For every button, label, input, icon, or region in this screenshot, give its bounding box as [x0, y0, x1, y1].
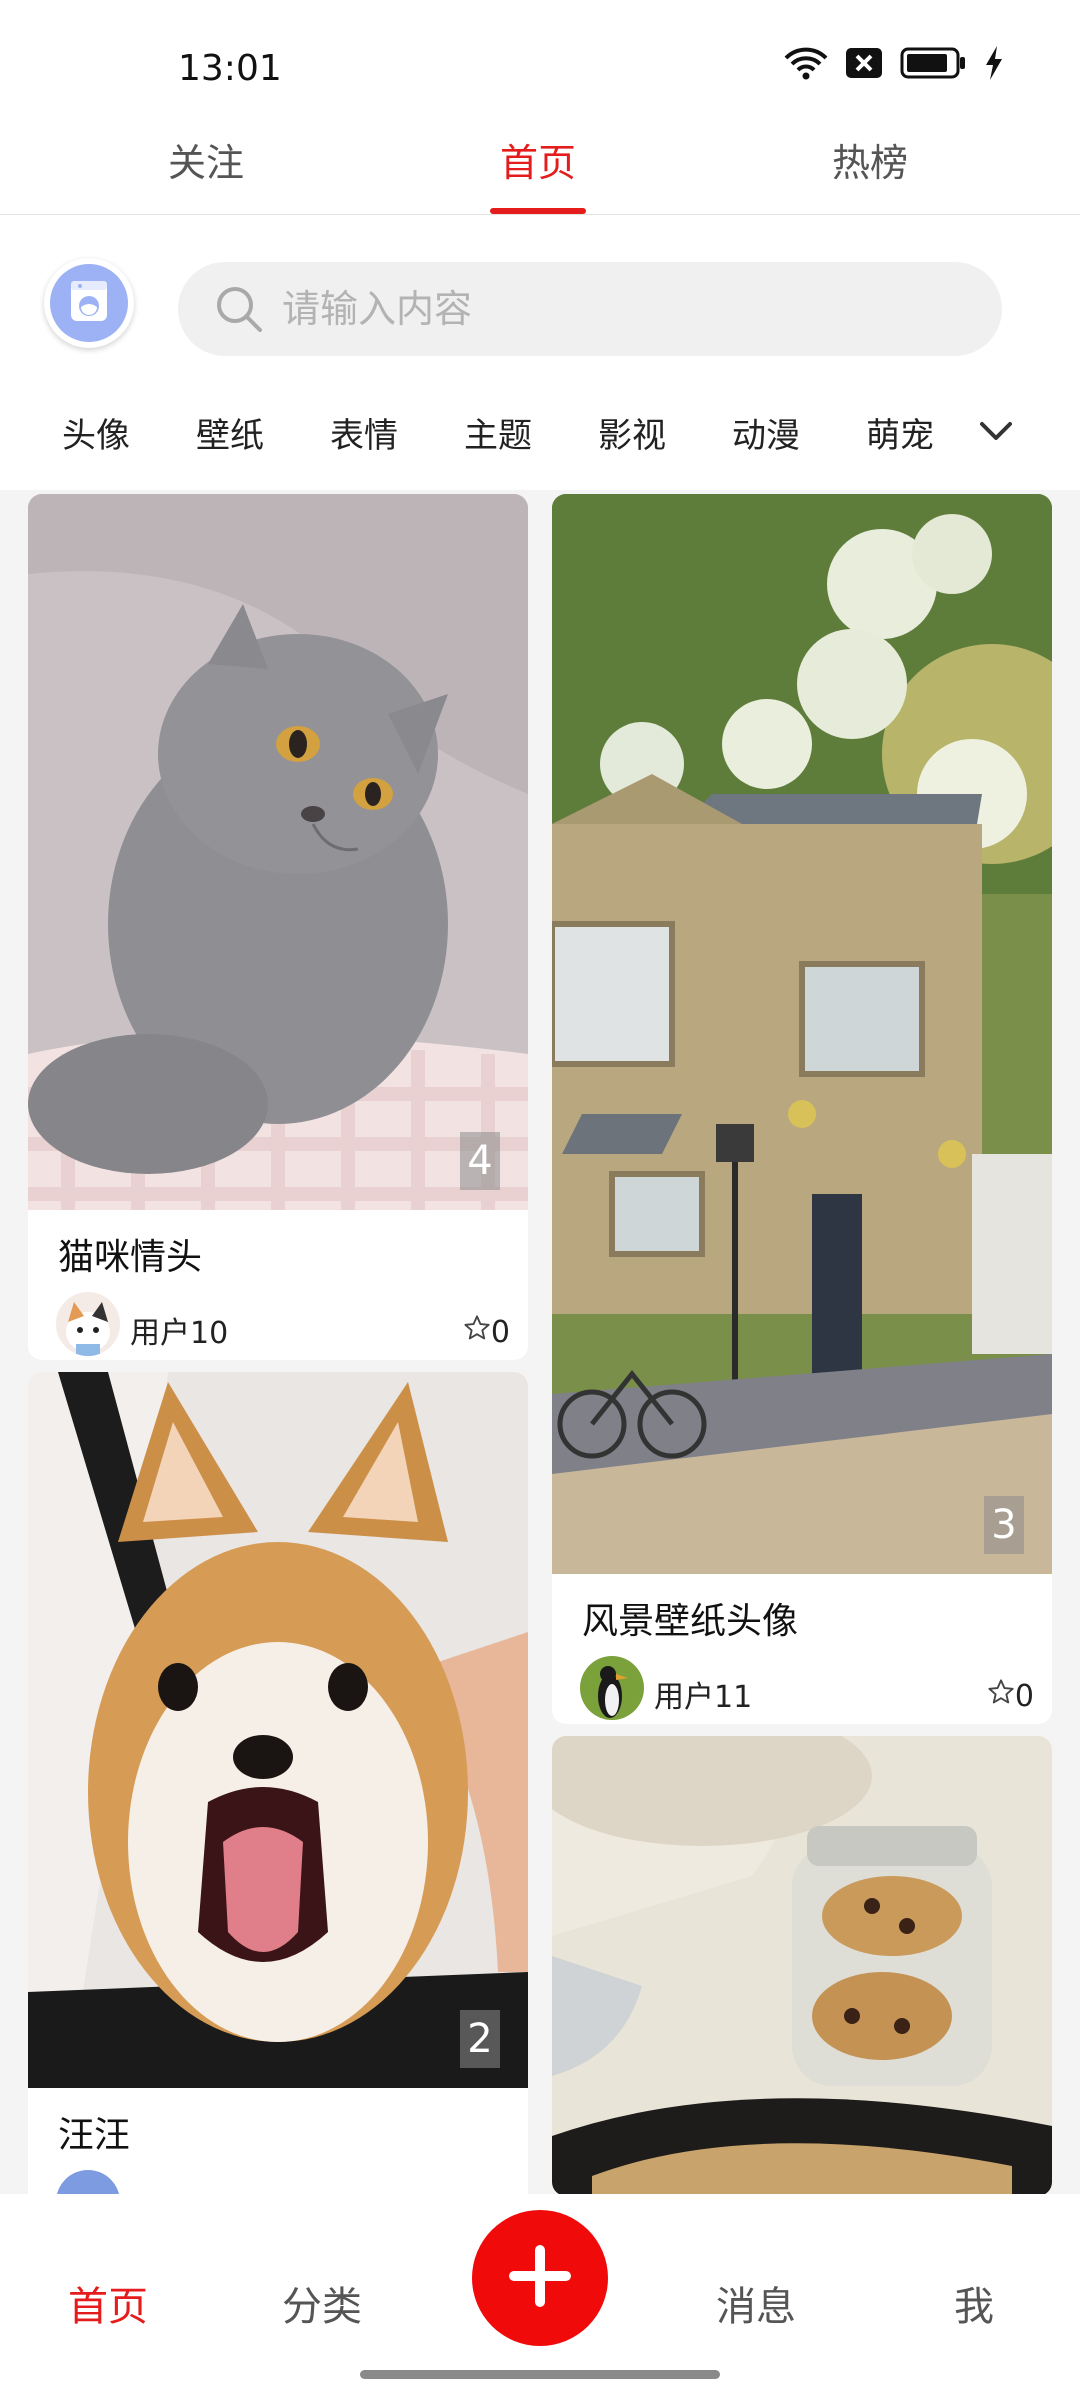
category-avatar[interactable]: 头像: [62, 408, 130, 457]
post-meta: [28, 2158, 528, 2194]
post-title[interactable]: 风景壁纸头像: [552, 1574, 1052, 1644]
star-icon: [987, 1678, 1015, 1714]
post-meta: 用户10 0: [28, 1280, 528, 1360]
post-title[interactable]: 汪汪: [28, 2088, 528, 2158]
post-card[interactable]: 4 猫咪情头 用户10 0: [28, 494, 528, 1360]
washing-machine-icon: [67, 279, 111, 327]
status-icons: [784, 46, 1004, 80]
content-feed: 4 猫咪情头 用户10 0 2 汪汪 3 风景壁纸头像 用户11 0: [28, 494, 1052, 2194]
bottom-nav: 首页 分类 消息 我: [0, 2194, 1080, 2400]
shiba-dog-photo[interactable]: 2: [28, 1372, 528, 2088]
gray-cat-photo[interactable]: 4: [28, 494, 528, 1210]
search-bar[interactable]: [178, 262, 1002, 356]
like-count: 0: [1014, 1678, 1034, 1714]
cottage-landscape-photo[interactable]: 3: [552, 494, 1052, 1574]
cookie-jar-photo[interactable]: [552, 1736, 1052, 2194]
search-input[interactable]: [280, 286, 924, 332]
like-button[interactable]: 0: [463, 1314, 510, 1350]
feed-column-right: 3 风景壁纸头像 用户11 0: [552, 494, 1052, 2194]
nav-messages[interactable]: 消息: [716, 2274, 796, 2332]
star-icon: [463, 1314, 491, 1350]
like-count: 0: [490, 1314, 510, 1350]
tab-divider: [0, 214, 1080, 215]
post-card[interactable]: [552, 1736, 1052, 2194]
add-post-button[interactable]: [472, 2210, 608, 2346]
post-card[interactable]: 3 风景壁纸头像 用户11 0: [552, 494, 1052, 1724]
notification-x-icon: [846, 48, 882, 78]
wifi-icon: [784, 46, 828, 80]
status-time: 13:01: [178, 48, 282, 89]
avatar[interactable]: [56, 2170, 120, 2194]
post-meta: 用户11 0: [552, 1644, 1052, 1724]
post-card[interactable]: 2 汪汪: [28, 1372, 528, 2194]
category-sticker[interactable]: 表情: [330, 408, 398, 457]
avatar[interactable]: [56, 1292, 120, 1356]
post-title[interactable]: 猫咪情头: [28, 1210, 528, 1280]
image-count-badge: 3: [984, 1496, 1024, 1554]
category-theme[interactable]: 主题: [464, 408, 532, 457]
nav-home[interactable]: 首页: [68, 2274, 148, 2332]
plus-icon: [508, 2244, 572, 2312]
like-button[interactable]: 0: [987, 1678, 1034, 1714]
username[interactable]: 用户10: [130, 1308, 228, 1352]
search-icon: [214, 284, 264, 334]
app-logo-button[interactable]: [44, 258, 134, 348]
category-pets[interactable]: 萌宠: [866, 408, 934, 457]
username[interactable]: 用户11: [654, 1672, 752, 1716]
nav-category[interactable]: 分类: [282, 2274, 362, 2332]
charging-icon: [984, 46, 1004, 80]
category-anime[interactable]: 动漫: [732, 408, 800, 457]
nav-me[interactable]: 我: [954, 2274, 994, 2332]
image-count-badge: 2: [460, 2010, 500, 2068]
battery-icon: [900, 47, 966, 79]
chevron-down-icon[interactable]: [976, 416, 1016, 450]
tab-follow[interactable]: 关注: [168, 132, 244, 187]
category-film[interactable]: 影视: [598, 408, 666, 457]
category-bar: 头像 壁纸 表情 主题 影视 动漫 萌宠: [0, 408, 1080, 458]
tab-home[interactable]: 首页: [500, 132, 576, 187]
feed-column-left: 4 猫咪情头 用户10 0 2 汪汪: [28, 494, 528, 2194]
avatar[interactable]: [580, 1656, 644, 1720]
category-wallpaper[interactable]: 壁纸: [196, 408, 264, 457]
home-indicator[interactable]: [360, 2370, 720, 2379]
image-count-badge: 4: [460, 1132, 500, 1190]
tab-hot-list[interactable]: 热榜: [832, 132, 908, 187]
